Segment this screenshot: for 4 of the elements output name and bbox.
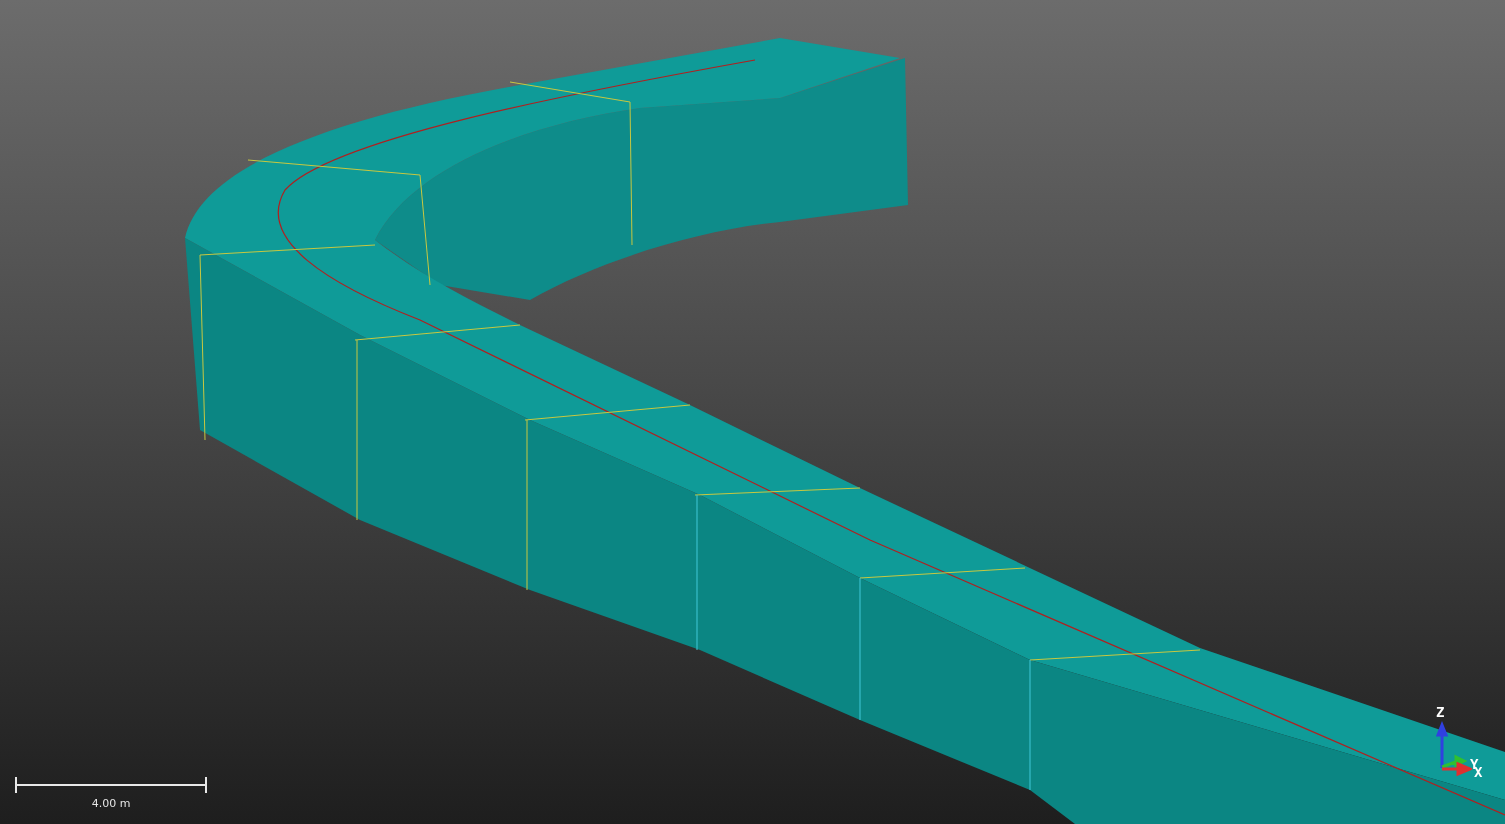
3d-viewport[interactable]: 4.00 m Z YX <box>0 0 1505 824</box>
z-axis-label: Z <box>1436 705 1445 719</box>
axis-arrows-icon <box>1436 721 1472 777</box>
scale-bar-label: 4.00 m <box>91 797 131 810</box>
